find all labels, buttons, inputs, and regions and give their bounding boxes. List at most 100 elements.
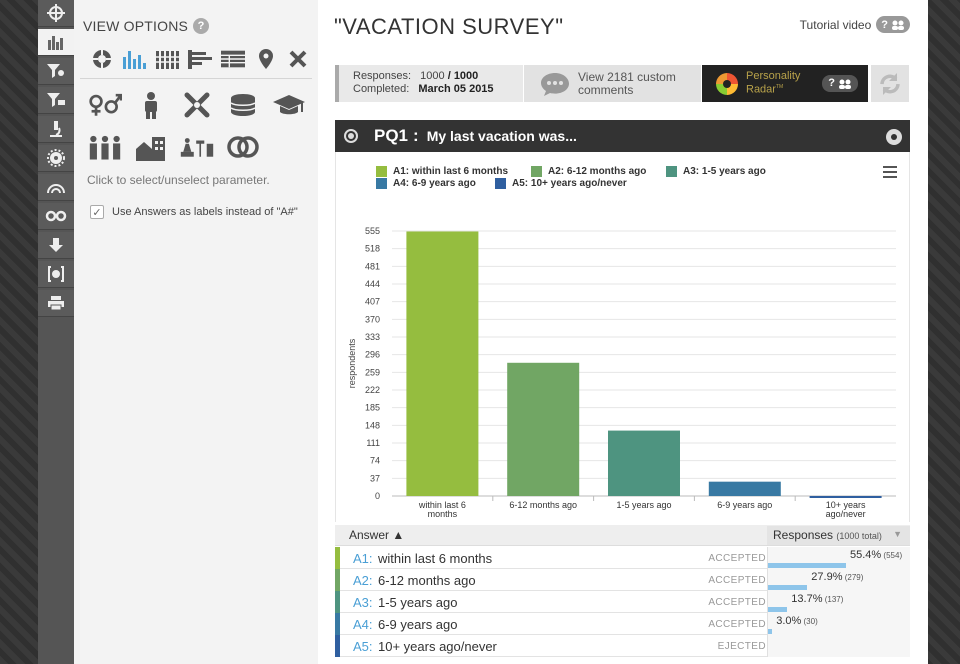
answer-status: ACCEPTED [708,553,766,564]
responses-value: 1000 [420,70,445,82]
table-row[interactable]: A1: within last 6 months ACCEPTED 55.4% (55… [335,547,910,569]
response-cell [767,635,910,657]
radar-help-badge[interactable]: ? [822,75,858,92]
tutorial-help-badge[interactable]: ? [876,16,910,33]
refresh-icon [880,72,900,95]
tutorial-video-link[interactable]: Tutorial video ? [800,16,910,33]
sort-caret-icon[interactable]: ▼ [893,529,902,539]
close-icon[interactable] [287,47,310,71]
help-icon[interactable]: ? [193,18,210,34]
graduation-cap-icon[interactable] [272,90,306,120]
view-comments-text[interactable]: View 2181 custom comments [578,70,676,97]
bar-chart-icon[interactable] [38,29,74,56]
response-count: (279) [842,573,864,582]
y-axis-label: respondents [347,338,357,388]
y-tick-label: 555 [365,226,380,236]
question-header: PQ1 : My last vacation was... [335,120,910,152]
response-cell: 55.4% (554) [767,547,910,569]
table-row[interactable]: A3: 1-5 years ago ACCEPTED 13.7% (137) [335,591,910,613]
table-row[interactable]: A2: 6-12 months ago ACCEPTED 27.9% (279) [335,569,910,591]
answers-as-labels-option[interactable]: ✓ Use Answers as labels instead of "A#" [90,205,298,219]
response-percent: 13.7% [791,593,823,605]
table-row[interactable]: A4: 6-9 years ago ACCEPTED 3.0% (30) [335,613,910,635]
answer-column-header[interactable]: Answer ▲ [349,528,404,542]
microscope-icon[interactable] [38,116,74,143]
dna-icon[interactable] [180,90,214,120]
response-bar [768,585,808,590]
refresh-button[interactable] [871,65,909,102]
table-row[interactable]: A5: 10+ years ago/never EJECTED [335,635,910,657]
filter-location-icon[interactable] [38,58,74,85]
bar-chart: 0 37 74 111 148 185 222 259 296 333 370 407 444 481 51… [347,226,896,519]
view-comments-button[interactable]: View 2181 custom comments [524,65,701,102]
answer-text: 10+ years ago/never [378,639,497,654]
responses-header-label: Responses [773,528,834,542]
infinity-icon[interactable] [38,203,74,230]
y-tick-label: 111 [366,438,380,448]
answers-as-labels-checkbox[interactable]: ✓ [90,205,104,219]
view-comments-line2: comments [578,82,634,97]
coins-icon[interactable] [226,90,260,120]
response-value: 55.4% (554) [850,549,902,561]
radar-logo-icon [716,72,738,95]
table-icon[interactable] [221,47,246,71]
y-tick-label: 37 [370,473,380,483]
question-settings-icon[interactable] [886,129,902,145]
survey-title: "VACATION SURVEY" [334,14,564,39]
response-value: 27.9% (279) [811,571,863,583]
personality-radar-button[interactable]: Personality RadarTM ? [702,65,868,102]
response-value: 3.0% (30) [776,615,818,627]
chart-type-selector [90,46,310,72]
answer-code: A1: [353,551,373,566]
gear-icon[interactable] [38,145,74,172]
vertical-bar-icon[interactable] [122,47,147,71]
question-select-icon[interactable] [344,129,358,143]
tutorial-video-label[interactable]: Tutorial video [800,18,872,32]
tool-rail [38,0,74,664]
rings-icon[interactable] [226,132,260,162]
response-percent: 55.4% [850,549,882,561]
family-icon[interactable] [88,132,122,162]
question-code: PQ1 [374,126,409,145]
row-color-marker [335,569,340,591]
download-icon[interactable] [38,232,74,259]
answer-text: 6-12 months ago [378,573,476,588]
crosshair-icon[interactable] [38,0,74,27]
gender-icon[interactable] [88,90,122,120]
radar-text: Personality RadarTM [746,71,800,96]
y-tick-label: 407 [365,297,380,307]
stacked-bar-icon[interactable] [155,47,180,71]
tutorial-help-text: ? [881,18,888,31]
brain-icon[interactable] [38,261,74,288]
responses-column-header[interactable]: Responses (1000 total) ▼ [767,526,910,545]
pie-chart-icon[interactable] [90,47,113,71]
response-count: (554) [881,551,903,560]
horizontal-bar-icon[interactable] [188,47,213,71]
filter-comment-icon[interactable] [38,87,74,114]
y-tick-label: 444 [365,279,380,289]
x-tick-label: ago/never [826,509,866,519]
person-icon[interactable] [134,90,168,120]
home-city-icon[interactable] [134,132,168,162]
row-color-marker [335,635,340,657]
x-tick-label: 6-12 months ago [509,500,577,510]
view-options-title: VIEW OPTIONS [83,18,189,34]
map-pin-icon[interactable] [254,47,277,71]
response-count: (137) [822,595,844,604]
answers-as-labels-label: Use Answers as labels instead of "A#" [112,206,298,218]
response-value: 13.7% (137) [791,593,843,605]
work-icon[interactable] [180,132,214,162]
results-header: Answer ▲ Responses (1000 total) ▼ [335,525,910,546]
radar-line2-wrap: RadarTM [746,82,800,96]
y-tick-label: 148 [365,420,380,430]
y-tick-label: 296 [365,350,380,360]
print-icon[interactable] [38,290,74,317]
y-tick-label: 222 [365,385,380,395]
bar [809,496,882,498]
response-percent: 27.9% [811,571,843,583]
rainbow-icon[interactable] [38,174,74,201]
response-cell: 27.9% (279) [767,569,910,591]
y-tick-label: 370 [365,314,380,324]
parameter-row-2 [88,132,308,162]
response-count: (30) [801,617,818,626]
